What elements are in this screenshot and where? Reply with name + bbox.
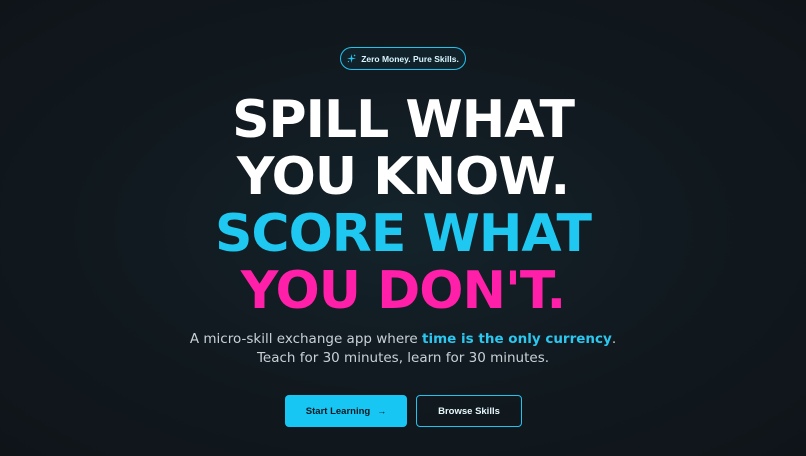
subtitle-text-2: .	[611, 331, 617, 347]
page-title: SPILL WHAT YOU KNOW. SCORE WHAT YOU DON'…	[0, 92, 806, 320]
headline-word-what: WHAT	[422, 204, 592, 264]
arrow-right-icon: →	[377, 405, 387, 416]
headline-line-3: SCORE WHAT	[0, 206, 806, 263]
headline-line-1: SPILL WHAT	[232, 90, 575, 150]
hero-section: Zero Money. Pure Skills. SPILL WHAT YOU …	[0, 0, 806, 456]
headline-word-score: SCORE	[214, 204, 406, 264]
headline-line-2: YOU KNOW.	[236, 147, 570, 207]
headline-line-4: YOU DON'T.	[240, 261, 566, 321]
hero-subtitle: A micro-skill exchange app where time is…	[0, 330, 806, 368]
browse-skills-label: Browse Skills	[438, 405, 500, 417]
subtitle-text-1: A micro-skill exchange app where	[189, 331, 423, 347]
sparkle-icon	[347, 54, 357, 63]
start-learning-label: Start Learning	[305, 405, 371, 417]
subtitle-line-2: Teach for 30 minutes, learn for 30 minut…	[256, 350, 550, 366]
tagline-text: Zero Money. Pure Skills.	[361, 53, 459, 64]
tagline-badge: Zero Money. Pure Skills.	[340, 47, 466, 70]
start-learning-button[interactable]: Start Learning →	[285, 395, 407, 427]
browse-skills-button[interactable]: Browse Skills	[416, 395, 522, 427]
subtitle-highlight: time is the only currency	[422, 331, 612, 347]
